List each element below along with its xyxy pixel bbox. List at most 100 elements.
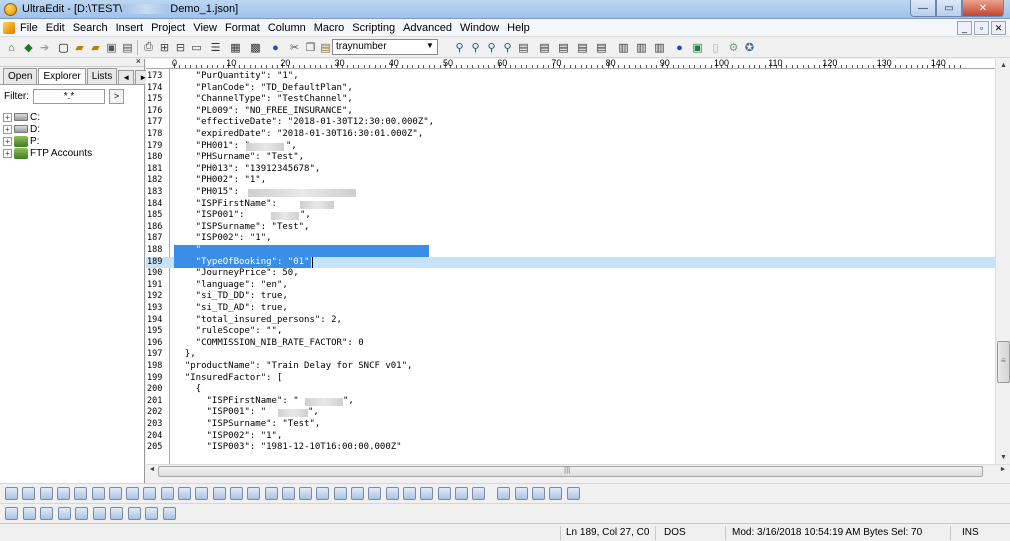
folder-icon[interactable] — [92, 507, 106, 520]
column-mode-icon[interactable]: ▦ — [228, 40, 243, 55]
split-window-icon[interactable]: ▥ — [616, 40, 631, 55]
menu-help[interactable]: Help — [507, 21, 530, 35]
html-format-icon[interactable] — [454, 487, 468, 500]
save-icon[interactable]: ▤ — [120, 40, 135, 55]
menu-column[interactable]: Column — [268, 21, 306, 35]
bracket-icon[interactable] — [497, 487, 511, 500]
scroll-right-icon[interactable]: ► — [998, 466, 1008, 477]
image-icon[interactable] — [264, 487, 278, 500]
outdent-icon[interactable] — [126, 487, 140, 500]
scroll-down-icon[interactable]: ▼ — [997, 451, 1010, 464]
format-icon[interactable] — [143, 487, 157, 500]
code-line[interactable]: 200 { — [146, 384, 995, 396]
code-line[interactable]: 189 "TypeOfBooking": "01", — [146, 256, 995, 269]
back-icon[interactable]: ◆ — [21, 40, 36, 55]
web-icon[interactable] — [40, 507, 53, 520]
code-line[interactable]: 183 "PH015": — [146, 187, 995, 199]
vertical-scrollbar[interactable]: ▲ ≡ ▼ — [995, 59, 1010, 464]
browser-icon[interactable]: ● — [268, 40, 283, 55]
filter-apply-button[interactable]: > — [109, 88, 124, 104]
menu-search[interactable]: Search — [73, 21, 108, 35]
code-line[interactable]: 205 "ISP003": "1981-12-10T16:00:00.000Z" — [146, 442, 995, 454]
code-line[interactable]: 193 "si_TD_AD": true, — [146, 303, 995, 315]
replace-icon[interactable]: ⚲ — [500, 40, 515, 55]
palette-icon[interactable] — [127, 507, 141, 520]
button-icon[interactable] — [385, 487, 399, 500]
menu-project[interactable]: Project — [151, 21, 185, 35]
tag-icon[interactable] — [514, 487, 528, 500]
expand-icon[interactable]: + — [3, 148, 12, 158]
page-icon[interactable]: ▭ — [189, 40, 204, 55]
print-icon[interactable]: ⎙ — [141, 40, 156, 55]
code-line[interactable]: 190 "JourneyPrice": 50, — [146, 268, 995, 280]
code-line[interactable]: 203 "ISPSurname": "Test", — [146, 419, 995, 431]
search-combo[interactable]: traynumber ▼ — [332, 39, 438, 55]
copy-icon[interactable]: ❐ — [303, 40, 318, 55]
hex-mode-icon[interactable]: ▩ — [248, 40, 263, 55]
tree-node-c-drive[interactable]: + C: — [3, 111, 141, 123]
code-line[interactable]: 187 "ISP002": "1", — [146, 233, 995, 245]
home-icon[interactable]: ⌂ — [4, 40, 19, 55]
sep-icon[interactable] — [472, 487, 486, 500]
menu-file[interactable]: File — [20, 21, 38, 35]
bold-icon[interactable] — [5, 487, 18, 500]
tree-node-ftp-accounts[interactable]: + FTP Accounts — [3, 147, 141, 159]
menu-insert[interactable]: Insert — [116, 21, 144, 35]
tag2-icon[interactable] — [532, 487, 545, 500]
paste-icon[interactable]: ▤ — [318, 40, 333, 55]
tree-node-d-drive[interactable]: + D: — [3, 123, 141, 135]
code-line[interactable]: 173 "PurQuantity": "1", — [146, 71, 995, 83]
find-in-files-icon[interactable]: ▤ — [516, 40, 531, 55]
indent-icon[interactable] — [108, 487, 122, 500]
list-box-icon[interactable] — [368, 487, 382, 500]
italic-icon[interactable] — [22, 487, 36, 500]
align-center-icon[interactable]: ▤ — [556, 40, 571, 55]
vertical-scroll-thumb[interactable]: ≡ — [997, 341, 1010, 383]
code-line[interactable]: 180 "PHSurname": "Test", — [146, 152, 995, 164]
tab-lists[interactable]: Lists — [86, 68, 118, 84]
code-editor[interactable]: 0 10 20 30 40 50 60 70 80 90 100 110 120 130 140 173 "… — [146, 59, 995, 464]
tile-window-icon[interactable]: ▥ — [634, 40, 649, 55]
link-icon[interactable] — [145, 507, 158, 520]
list-icon[interactable] — [74, 487, 88, 500]
code-line[interactable]: 201 "ISPFirstName": " ", — [146, 396, 995, 408]
expand-icon[interactable]: + — [3, 112, 12, 122]
code-line[interactable]: 194 "total_insured_persons": 2, — [146, 315, 995, 327]
ultraedit-app-icon[interactable] — [4, 3, 17, 16]
panel-close-icon[interactable]: × — [136, 56, 141, 66]
code-line[interactable]: 175 "ChannelType": "TestChannel", — [146, 94, 995, 106]
strike-icon[interactable] — [56, 487, 70, 500]
find-icon[interactable]: ⚲ — [452, 40, 467, 55]
case-icon[interactable] — [160, 487, 174, 500]
google-icon[interactable] — [5, 507, 18, 520]
code-line[interactable]: 174 "PlanCode": "TD_DefaultPlan", — [146, 83, 995, 95]
case3-icon[interactable] — [195, 487, 209, 500]
code-line[interactable]: 198 "productName": "Train Delay for SNCF… — [146, 361, 995, 373]
code-line[interactable]: 191 "language": "en", — [146, 280, 995, 292]
code-line[interactable]: 202 "ISP001": " ", — [146, 407, 995, 419]
ftp-icon[interactable]: ● — [672, 40, 687, 55]
page-setup-icon[interactable]: ⊟ — [173, 40, 188, 55]
code-line[interactable]: 179 "PH001": " ", — [146, 141, 995, 153]
mdi-minimize-button[interactable]: _ — [957, 21, 972, 35]
check-icon[interactable] — [333, 487, 347, 500]
align-left-icon[interactable]: ▤ — [537, 40, 552, 55]
image2-icon[interactable] — [281, 487, 295, 500]
cascade-icon[interactable]: ▥ — [652, 40, 667, 55]
code-line[interactable]: 195 "ruleScope": "", — [146, 326, 995, 338]
help-icon[interactable]: ✪ — [742, 40, 757, 55]
firefox-icon[interactable] — [22, 507, 36, 520]
code-line[interactable]: 186 "ISPSurname": "Test", — [146, 222, 995, 234]
code-line[interactable]: 176 "PL009": "NO_FREE_INSURANCE", — [146, 106, 995, 118]
list2-icon[interactable] — [91, 487, 105, 500]
table-icon[interactable] — [229, 487, 243, 500]
menu-view[interactable]: View — [193, 21, 217, 35]
cut-icon[interactable]: ✂ — [287, 40, 302, 55]
spell-icon[interactable] — [437, 487, 451, 500]
form-icon[interactable] — [316, 487, 330, 500]
menu-format[interactable]: Format — [225, 21, 260, 35]
chevron-down-icon[interactable]: ▼ — [424, 41, 436, 53]
radio-icon[interactable] — [351, 487, 364, 500]
expand-icon[interactable]: + — [3, 124, 12, 134]
maximize-button[interactable]: ▭ — [936, 0, 962, 17]
